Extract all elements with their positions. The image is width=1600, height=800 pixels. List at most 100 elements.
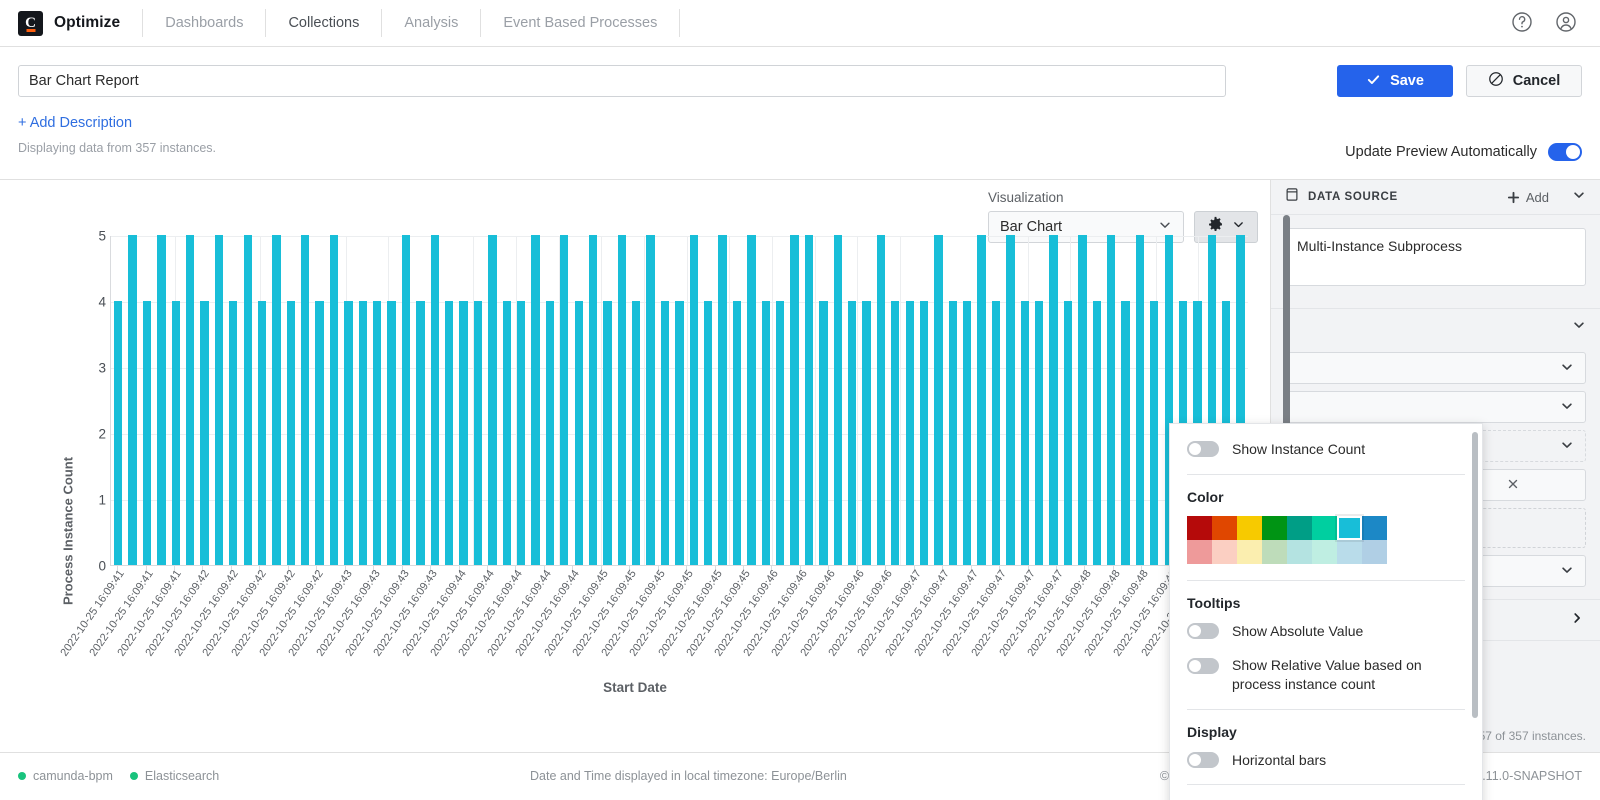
bar-slot[interactable]: [298, 235, 312, 565]
bar[interactable]: [660, 301, 670, 565]
bar-slot[interactable]: [356, 236, 370, 565]
bar-slot[interactable]: [687, 235, 701, 565]
bar[interactable]: [991, 301, 1001, 565]
bar-slot[interactable]: [154, 235, 168, 565]
bar[interactable]: [747, 235, 756, 565]
bar[interactable]: [301, 235, 310, 565]
bar[interactable]: [229, 301, 238, 565]
bar[interactable]: [114, 301, 123, 565]
bar-slot[interactable]: [1104, 235, 1118, 565]
bar[interactable]: [488, 235, 497, 565]
bar-slot[interactable]: [500, 236, 514, 565]
bar-slot[interactable]: [471, 236, 485, 565]
bar[interactable]: [833, 235, 842, 565]
bar[interactable]: [675, 301, 684, 565]
bar-slot[interactable]: [672, 236, 686, 565]
bar[interactable]: [387, 301, 396, 565]
bar[interactable]: [128, 235, 137, 565]
bar[interactable]: [761, 301, 770, 565]
bar-slot[interactable]: [989, 236, 1003, 565]
bar[interactable]: [1078, 235, 1087, 565]
bar[interactable]: [200, 301, 209, 565]
bar-slot[interactable]: [255, 236, 269, 565]
bar[interactable]: [919, 301, 929, 565]
nav-item-analysis[interactable]: Analysis: [382, 0, 480, 46]
bar-slot[interactable]: [485, 235, 499, 565]
bar-slot[interactable]: [816, 236, 830, 565]
config-select-2[interactable]: [1285, 391, 1586, 423]
save-button[interactable]: Save: [1337, 65, 1453, 97]
bar[interactable]: [1092, 301, 1101, 565]
bar-slot[interactable]: [1003, 235, 1017, 565]
bar-slot[interactable]: [197, 236, 211, 565]
bar-slot[interactable]: [269, 235, 283, 565]
color-swatch[interactable]: [1312, 515, 1337, 540]
bar-slot[interactable]: [183, 235, 197, 565]
show-instance-count-toggle[interactable]: [1187, 441, 1219, 458]
bar-slot[interactable]: [960, 236, 974, 565]
bar-slot[interactable]: [399, 235, 413, 565]
show-absolute-value-toggle[interactable]: [1187, 623, 1219, 640]
bar[interactable]: [157, 235, 166, 565]
bar[interactable]: [862, 301, 871, 565]
bar-slot[interactable]: [845, 236, 859, 565]
bar[interactable]: [603, 301, 612, 565]
bar-slot[interactable]: [658, 236, 672, 565]
bar[interactable]: [1035, 301, 1044, 565]
bar-slot[interactable]: [701, 236, 715, 565]
bar[interactable]: [171, 301, 180, 565]
bar[interactable]: [934, 235, 943, 565]
color-swatch[interactable]: [1237, 515, 1262, 540]
color-swatch[interactable]: [1337, 515, 1362, 540]
bar[interactable]: [473, 301, 483, 565]
bar-slot[interactable]: [715, 235, 729, 565]
popup-scrollbar[interactable]: [1472, 432, 1478, 718]
bar[interactable]: [847, 301, 857, 565]
bar-slot[interactable]: [787, 235, 801, 565]
bar-slot[interactable]: [111, 236, 125, 565]
color-swatch[interactable]: [1362, 515, 1387, 540]
bar[interactable]: [1121, 301, 1130, 565]
bar-slot[interactable]: [802, 235, 816, 565]
bar-slot[interactable]: [1046, 235, 1060, 565]
bar[interactable]: [963, 301, 972, 565]
add-data-source-button[interactable]: Add: [1507, 190, 1549, 205]
data-source-card[interactable]: Multi-Instance Subprocess: [1285, 228, 1586, 286]
bar[interactable]: [286, 301, 296, 565]
bar-slot[interactable]: [572, 236, 586, 565]
bar[interactable]: [891, 301, 900, 565]
bar-slot[interactable]: [874, 235, 888, 565]
color-swatch[interactable]: [1262, 539, 1287, 564]
bar[interactable]: [588, 235, 598, 565]
bar-slot[interactable]: [730, 236, 744, 565]
bar[interactable]: [977, 235, 986, 565]
bar[interactable]: [704, 301, 713, 565]
bar-slot[interactable]: [341, 236, 355, 565]
add-description-link[interactable]: + Add Description: [18, 115, 132, 131]
bar[interactable]: [1049, 235, 1058, 565]
data-source-collapse-chevron-icon[interactable]: [1572, 188, 1586, 207]
bar-slot[interactable]: [773, 236, 787, 565]
bar[interactable]: [1020, 301, 1029, 565]
cancel-button[interactable]: Cancel: [1466, 65, 1582, 97]
bar-slot[interactable]: [974, 235, 988, 565]
bar[interactable]: [257, 301, 267, 565]
bar-slot[interactable]: [514, 236, 528, 565]
bar-slot[interactable]: [370, 236, 384, 565]
color-swatch[interactable]: [1237, 539, 1262, 564]
bar-slot[interactable]: [384, 236, 398, 565]
bar[interactable]: [1106, 235, 1116, 565]
nav-item-dashboards[interactable]: Dashboards: [143, 0, 265, 46]
bar-slot[interactable]: [528, 235, 542, 565]
bar-slot[interactable]: [859, 236, 873, 565]
bar-slot[interactable]: [643, 235, 657, 565]
bar[interactable]: [531, 235, 540, 565]
bar[interactable]: [445, 301, 454, 565]
bar[interactable]: [948, 301, 958, 565]
bar[interactable]: [617, 235, 627, 565]
bar-slot[interactable]: [1118, 236, 1132, 565]
bar[interactable]: [775, 301, 785, 565]
bar[interactable]: [1006, 235, 1015, 565]
bar-slot[interactable]: [629, 236, 643, 565]
bar[interactable]: [243, 235, 252, 565]
